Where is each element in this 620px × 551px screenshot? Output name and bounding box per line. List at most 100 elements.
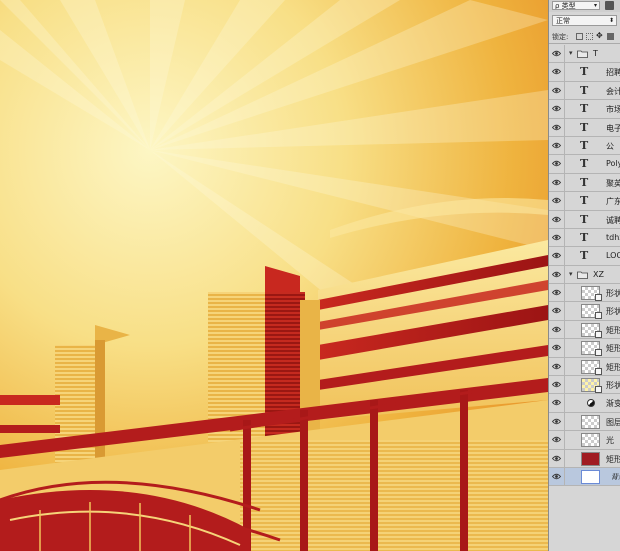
layer-name: 广东: [606, 197, 620, 207]
visibility-eye-icon[interactable]: [552, 124, 561, 131]
layer-list: ▾TT招聘T会计T市场T电子T公TPolyT聚英T广东T诚聘TtdhxTLOG▾…: [549, 45, 620, 487]
visibility-eye-icon[interactable]: [552, 216, 561, 223]
text-layer-icon: T: [580, 120, 589, 134]
visibility-eye-icon[interactable]: [552, 160, 561, 167]
visibility-eye-icon[interactable]: [552, 418, 561, 425]
layer-row[interactable]: 矩形: [549, 449, 620, 468]
vector-mask-icon: [595, 330, 602, 338]
layer-name: 渐变: [606, 399, 620, 409]
visibility-eye-icon[interactable]: [552, 363, 561, 370]
layer-row[interactable]: 渐变: [549, 394, 620, 413]
visibility-eye-icon[interactable]: [552, 381, 561, 388]
visibility-eye-icon[interactable]: [552, 399, 561, 406]
layer-group-row[interactable]: ▾ T: [549, 45, 620, 64]
image-filter-icon[interactable]: [605, 1, 614, 10]
visibility-eye-icon[interactable]: [552, 344, 561, 351]
layer-row[interactable]: T 广东: [549, 192, 620, 211]
visibility-eye-icon[interactable]: [552, 50, 561, 57]
text-layer-icon: T: [580, 138, 589, 152]
vector-mask-icon: [595, 349, 602, 357]
text-layer-icon: T: [580, 157, 589, 171]
visibility-eye-icon[interactable]: [552, 87, 561, 94]
column-divider: [564, 357, 565, 376]
layer-row[interactable]: T Poly: [549, 155, 620, 174]
visibility-eye-icon[interactable]: [552, 68, 561, 75]
layer-row[interactable]: Ttdhx: [549, 228, 620, 248]
layer-row[interactable]: 背景: [549, 467, 620, 487]
lock-position-icon[interactable]: ✥: [596, 32, 603, 40]
visibility-eye-icon[interactable]: [552, 473, 561, 480]
layer-name: 诚聘: [606, 215, 620, 225]
layer-group-row[interactable]: ▾ XZ: [549, 265, 620, 285]
visibility-eye-icon[interactable]: [552, 436, 561, 443]
visibility-eye-icon[interactable]: [552, 455, 561, 462]
column-divider: [564, 284, 565, 302]
column-divider: [564, 449, 565, 467]
folder-icon: [577, 50, 588, 58]
blend-mode-dropdown[interactable]: 正常 ⬍: [552, 15, 617, 26]
layer-row[interactable]: T 招聘: [549, 63, 620, 82]
column-divider: [564, 81, 565, 100]
column-divider: [564, 320, 565, 339]
layer-name: T: [593, 49, 598, 58]
layer-thumbnail: [581, 359, 602, 375]
vector-mask-icon: [595, 386, 602, 394]
column-divider: [564, 339, 565, 357]
layer-row[interactable]: 形状: [549, 302, 620, 321]
lock-pixels-icon[interactable]: [586, 33, 593, 40]
layer-name: 背景: [611, 472, 620, 481]
column-divider: [564, 100, 565, 118]
layer-name: 形状: [606, 289, 620, 299]
column-divider: [564, 192, 565, 210]
layer-name: 市场: [606, 105, 620, 115]
layer-filter-dropdown[interactable]: ρ 类型 ▾: [552, 1, 600, 10]
text-layer-icon: T: [580, 249, 589, 263]
chevron-updown-icon: ⬍: [608, 17, 614, 24]
layer-row[interactable]: 图层: [549, 412, 620, 432]
layer-row[interactable]: T 市场: [549, 100, 620, 119]
layer-row[interactable]: T 会计: [549, 81, 620, 101]
layer-row[interactable]: 形状: [549, 376, 620, 395]
column-divider: [564, 228, 565, 247]
visibility-eye-icon[interactable]: [552, 271, 561, 278]
layer-row[interactable]: 矩形: [549, 320, 620, 340]
lock-row: 锁定: ✥: [549, 29, 620, 44]
layer-thumbnail: [581, 378, 602, 394]
visibility-eye-icon[interactable]: [552, 105, 561, 112]
layer-row[interactable]: 矩形: [549, 357, 620, 377]
visibility-eye-icon[interactable]: [552, 307, 561, 314]
gradient-fill-icon: [587, 399, 595, 408]
visibility-eye-icon[interactable]: [552, 289, 561, 296]
layer-row[interactable]: 矩形: [549, 339, 620, 358]
layer-row[interactable]: T 电子: [549, 118, 620, 137]
document-canvas[interactable]: [0, 0, 548, 551]
layer-name: Poly: [606, 159, 620, 169]
chevron-down-icon: ▾: [593, 2, 597, 9]
layer-row[interactable]: 形状: [549, 284, 620, 303]
visibility-eye-icon[interactable]: [552, 252, 561, 259]
visibility-eye-icon[interactable]: [552, 179, 561, 186]
layer-row[interactable]: T公: [549, 136, 620, 156]
text-layer-icon: T: [580, 65, 589, 79]
column-divider: [564, 412, 565, 431]
layer-row[interactable]: 光: [549, 431, 620, 450]
lock-all-icon[interactable]: [607, 33, 614, 40]
layer-thumbnail: [581, 433, 600, 448]
vector-mask-icon: [595, 367, 602, 375]
layer-row[interactable]: T 聚英: [549, 173, 620, 193]
layer-name: 招聘: [606, 68, 620, 78]
lock-transparency-icon[interactable]: [576, 33, 583, 40]
layer-row[interactable]: T 诚聘: [549, 210, 620, 229]
layer-row[interactable]: T LOG: [549, 247, 620, 266]
column-divider: [564, 173, 565, 192]
layer-thumbnail: [581, 322, 602, 338]
group-expand-caret-icon[interactable]: ▾: [569, 270, 573, 278]
visibility-eye-icon[interactable]: [552, 142, 561, 149]
blend-mode-value: 正常: [556, 17, 570, 25]
visibility-eye-icon[interactable]: [552, 197, 561, 204]
visibility-eye-icon[interactable]: [552, 234, 561, 241]
column-divider: [564, 302, 565, 320]
layer-filter-row: ρ 类型 ▾: [549, 0, 620, 12]
visibility-eye-icon[interactable]: [552, 326, 561, 333]
group-expand-caret-icon[interactable]: ▾: [569, 49, 573, 57]
